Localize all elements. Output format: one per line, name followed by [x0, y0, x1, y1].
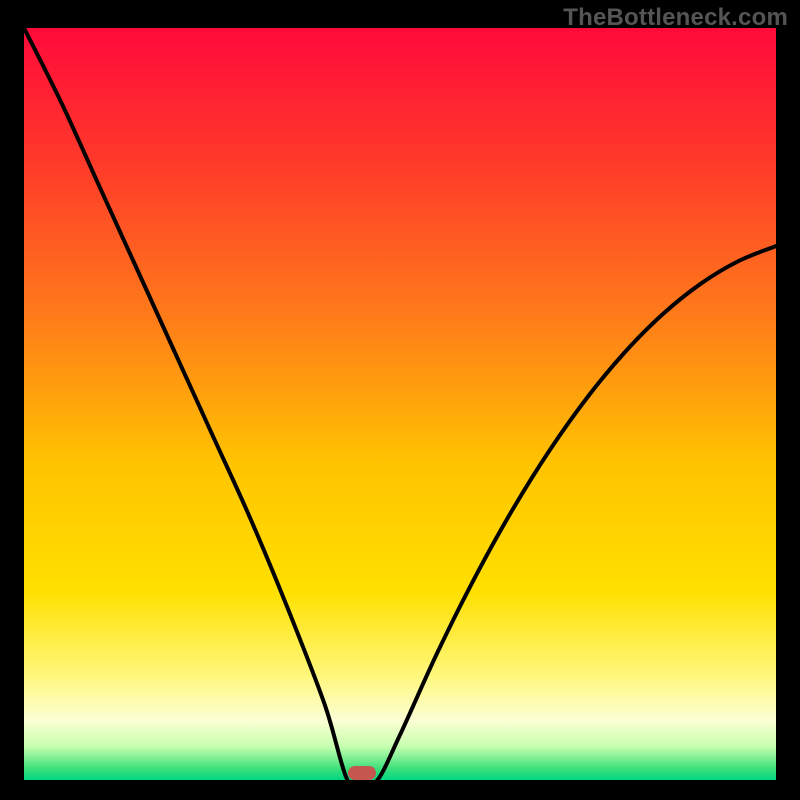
bottleneck-curve — [24, 28, 776, 780]
plot-area — [24, 28, 776, 780]
optimal-point-marker — [348, 766, 376, 780]
chart-frame: TheBottleneck.com — [0, 0, 800, 800]
